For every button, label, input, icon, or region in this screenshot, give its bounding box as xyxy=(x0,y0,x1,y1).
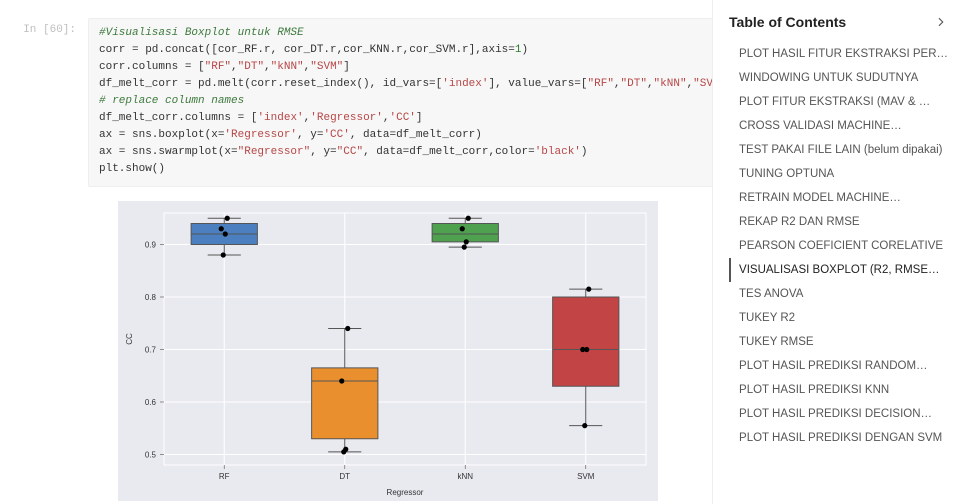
toc-item[interactable]: PEARSON COEFICIENT CORELATIVE xyxy=(729,234,948,258)
svg-text:0.8: 0.8 xyxy=(145,293,157,302)
toc-item[interactable]: PLOT HASIL FITUR EKSTRAKSI PER… xyxy=(729,42,948,66)
code-cell: In [60]: #Visualisasi Boxplot untuk RMSE… xyxy=(10,18,702,501)
chevron-right-icon[interactable] xyxy=(934,15,948,29)
toc-item[interactable]: TUNING OPTUNA xyxy=(729,162,948,186)
svg-text:CC: CC xyxy=(125,333,134,345)
toc-item[interactable]: PLOT HASIL PREDIKSI DECISION… xyxy=(729,402,948,426)
toc-item[interactable]: PLOT HASIL PREDIKSI KNN xyxy=(729,378,948,402)
toc-item[interactable]: REKAP R2 DAN RMSE xyxy=(729,210,948,234)
svg-text:kNN: kNN xyxy=(457,472,473,481)
toc-item[interactable]: CROSS VALIDASI MACHINE… xyxy=(729,114,948,138)
code-block[interactable]: #Visualisasi Boxplot untuk RMSE corr = p… xyxy=(88,18,712,187)
svg-text:0.7: 0.7 xyxy=(145,346,157,355)
toc-title: Table of Contents xyxy=(729,14,846,30)
boxplot-chart: 0.5 0.6 0.7 0.8 0.9 CC Regressor RF DT kNN SVM xyxy=(118,201,658,501)
toc-list: PLOT HASIL FITUR EKSTRAKSI PER…WINDOWING… xyxy=(729,42,948,450)
toc-item[interactable]: WINDOWING UNTUK SUDUTNYA xyxy=(729,66,948,90)
svg-text:0.9: 0.9 xyxy=(145,241,157,250)
chart-output: 0.5 0.6 0.7 0.8 0.9 CC Regressor RF DT kNN SVM xyxy=(118,201,712,501)
toc-item[interactable]: TEST PAKAI FILE LAIN (belum dipakai) xyxy=(729,138,948,162)
toc-item[interactable]: TES ANOVA xyxy=(729,282,948,306)
svg-text:Regressor: Regressor xyxy=(387,488,424,497)
toc-item[interactable]: TUKEY RMSE xyxy=(729,330,948,354)
code-area: #Visualisasi Boxplot untuk RMSE corr = p… xyxy=(88,18,712,501)
svg-text:0.5: 0.5 xyxy=(145,451,157,460)
toc-item[interactable]: PLOT HASIL PREDIKSI RANDOM… xyxy=(729,354,948,378)
toc-item[interactable]: VISUALISASI BOXPLOT (R2, RMSE… xyxy=(729,258,948,282)
toc-header: Table of Contents xyxy=(729,14,948,30)
toc-item[interactable]: PLOT FITUR EKSTRAKSI (MAV & … xyxy=(729,90,948,114)
table-of-contents: Table of Contents PLOT HASIL FITUR EKSTR… xyxy=(712,0,960,504)
notebook-main: In [60]: #Visualisasi Boxplot untuk RMSE… xyxy=(0,0,712,504)
svg-text:RF: RF xyxy=(219,472,230,481)
toc-item[interactable]: PLOT HASIL PREDIKSI DENGAN SVM xyxy=(729,426,948,450)
svg-text:0.6: 0.6 xyxy=(145,398,157,407)
toc-item[interactable]: TUKEY R2 xyxy=(729,306,948,330)
toc-item[interactable]: RETRAIN MODEL MACHINE… xyxy=(729,186,948,210)
svg-text:DT: DT xyxy=(339,472,350,481)
svg-text:SVM: SVM xyxy=(577,472,595,481)
cell-prompt: In [60]: xyxy=(10,18,88,36)
